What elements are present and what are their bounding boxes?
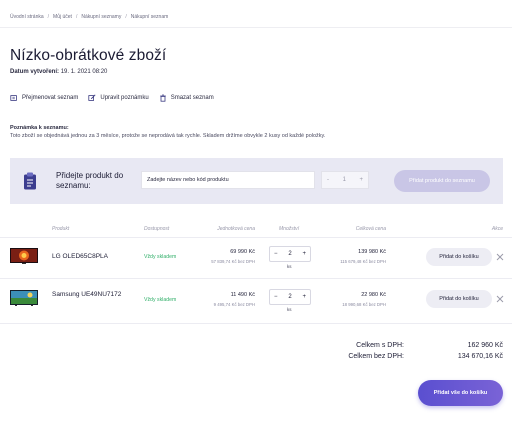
delete-list-label: Smazat seznam	[170, 95, 214, 101]
qty-plus-button[interactable]: +	[359, 177, 363, 183]
breadcrumb-separator: /	[47, 14, 50, 20]
divider	[0, 323, 512, 324]
product-name[interactable]: Samsung UE49NU7172	[52, 291, 121, 299]
total-with-vat-label: Celkem s DPH:	[356, 342, 404, 349]
qty-minus-button[interactable]: −	[274, 251, 278, 257]
add-to-cart-button[interactable]: Přidat do košíku	[426, 248, 492, 266]
unit-price-ex-vat: 9 495,74 Kč bez DPH	[213, 302, 255, 307]
note-text: Toto zboží se objednává jednou za 3 měsí…	[10, 133, 326, 139]
pencil-icon	[88, 94, 96, 101]
total-with-vat-value: 162 960 Kč	[467, 342, 503, 349]
breadcrumb-separator: /	[75, 14, 78, 20]
page-title: Nízko-obrátkové zboží	[10, 47, 167, 64]
divider	[0, 27, 512, 28]
product-search-input[interactable]: Zadejte název nebo kód produktu	[141, 171, 315, 189]
edit-note-label: Upravit poznámku	[100, 95, 149, 101]
total-price: 22 980 Kč	[361, 292, 386, 298]
breadcrumb: Úvodní stránka / Můj účet / Nákupní sezn…	[10, 14, 168, 20]
unit-price-ex-vat: 57 839,74 Kč bez DPH	[211, 259, 255, 264]
created-date: Datum vytvoření: 19. 1. 2021 08:20	[10, 69, 107, 75]
product-image-tv	[10, 290, 38, 306]
breadcrumb-separator: /	[125, 14, 127, 20]
stock-status: Vždy skladem	[144, 254, 177, 260]
list-actions: Přejmenovat seznam Upravit poznámku Smaz…	[10, 94, 214, 102]
edit-note-button[interactable]: Upravit poznámku	[88, 94, 149, 102]
table-row: LG OLED65C8PLA Vždy skladem 69 990 Kč 57…	[0, 238, 512, 278]
total-price-ex-vat: 18 990,68 Kč bez DPH	[342, 302, 386, 307]
unit-price: 69 990 Kč	[230, 249, 255, 255]
header-availability: Dostupnost	[144, 226, 170, 232]
stock-status: Vždy skladem	[144, 297, 177, 303]
header-action: Akce	[491, 226, 503, 232]
rename-icon	[10, 95, 17, 101]
total-without-vat-label: Celkem bez DPH:	[348, 353, 404, 360]
add-product-button[interactable]: Přidat produkt do seznamu	[394, 170, 490, 192]
breadcrumb-account[interactable]: Můj účet	[53, 14, 72, 20]
trash-icon	[159, 94, 166, 102]
breadcrumb-lists[interactable]: Nákupní seznamy	[81, 14, 121, 20]
total-without-vat-value: 134 670,16 Kč	[457, 353, 503, 360]
total-price: 139 980 Kč	[358, 249, 386, 255]
breadcrumb-home[interactable]: Úvodní stránka	[10, 14, 44, 20]
product-image-tv	[10, 248, 38, 264]
qty-value[interactable]: 1	[343, 177, 346, 183]
add-product-label: Přidejte produkt do seznamu:	[56, 171, 124, 190]
header-unit-price: Jednotková cena	[217, 226, 255, 232]
close-icon[interactable]	[496, 295, 504, 303]
qty-value[interactable]: 2	[288, 294, 291, 300]
qty-plus-button[interactable]: +	[302, 251, 306, 257]
qty-minus-button[interactable]: −	[274, 294, 278, 300]
add-product-panel: Přidejte produkt do seznamu: Zadejte náz…	[10, 158, 503, 204]
created-label: Datum vytvoření:	[10, 69, 60, 75]
breadcrumb-current: Nákupní seznam	[130, 14, 169, 20]
unit-price: 11 490 Kč	[230, 292, 255, 298]
close-icon[interactable]	[496, 253, 504, 261]
add-quantity-stepper[interactable]: - 1 +	[321, 171, 369, 189]
header-quantity: Množství	[279, 226, 300, 232]
add-all-to-cart-button[interactable]: Přidat vše do košíku	[418, 380, 503, 406]
rename-list-label: Přejmenovat seznam	[22, 95, 79, 101]
qty-value[interactable]: 2	[288, 251, 291, 257]
note-title: Poznámka k seznamu:	[10, 125, 69, 131]
table-row: Samsung UE49NU7172 Vždy skladem 11 490 K…	[0, 279, 512, 319]
qty-minus-button[interactable]: -	[327, 177, 329, 183]
product-name[interactable]: LG OLED65C8PLA	[52, 253, 108, 261]
quantity-stepper[interactable]: − 2 +	[269, 246, 311, 262]
qty-unit: ks	[287, 307, 292, 312]
header-total-price: Celková cena	[355, 226, 386, 232]
add-to-cart-button[interactable]: Přidat do košíku	[426, 290, 492, 308]
delete-list-button[interactable]: Smazat seznam	[159, 94, 214, 102]
clipboard-icon	[24, 172, 36, 190]
qty-unit: ks	[287, 264, 292, 269]
qty-plus-button[interactable]: +	[302, 294, 306, 300]
header-product: Produkt	[52, 226, 70, 232]
rename-list-button[interactable]: Přejmenovat seznam	[10, 94, 78, 102]
quantity-stepper[interactable]: − 2 +	[269, 289, 311, 305]
created-value: 19. 1. 2021 08:20	[60, 69, 108, 75]
total-price-ex-vat: 115 679,48 Kč bez DPH	[340, 259, 386, 264]
